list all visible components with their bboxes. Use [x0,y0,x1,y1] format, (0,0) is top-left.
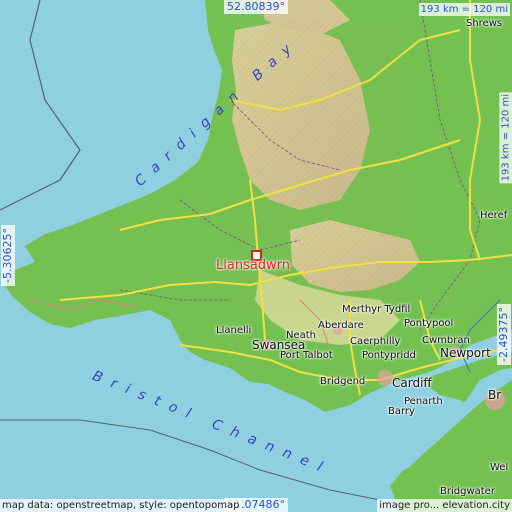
town-bristol: Br [488,388,502,402]
town-cwmbran: Cwmbran [422,335,470,346]
scale-vertical: 193 km = 120 mi [499,92,512,184]
attribution-image-source[interactable]: image pro... elevation.city [377,499,512,512]
town-wells: Wel [490,462,509,473]
town-cardiff: Cardiff [392,376,432,390]
coord-east: -2.49375° [497,304,511,365]
place-name: Llansadwrn [216,258,291,273]
town-barry: Barry [388,406,415,417]
town-pontypridd: Pontypridd [362,350,416,361]
attribution-map-data[interactable]: map data: openstreetmap, style: opentopo… [0,499,242,512]
town-port-talbot: Port Talbot [280,350,333,361]
coord-west: -5.30625° [1,225,15,286]
town-caerphilly: Caerphilly [350,336,401,347]
town-aberdare: Aberdare [318,320,364,331]
town-merthyr: Merthyr Tydfil [342,304,411,315]
town-pontypool: Pontypool [404,318,454,329]
topographic-map[interactable]: Cardigan Bay Bristol Channel Shrews Here… [0,0,512,512]
town-llanelli: Llanelli [216,325,252,336]
town-shrewsbury: Shrews [466,18,503,29]
town-bridgwater: Bridgwater [440,486,495,497]
scale-horizontal: 193 km = 120 mi [418,3,510,16]
coord-north: 52.80839° [224,0,288,14]
town-hereford: Heref [480,210,508,221]
town-newport: Newport [440,346,491,360]
town-bridgend: Bridgend [320,376,366,387]
